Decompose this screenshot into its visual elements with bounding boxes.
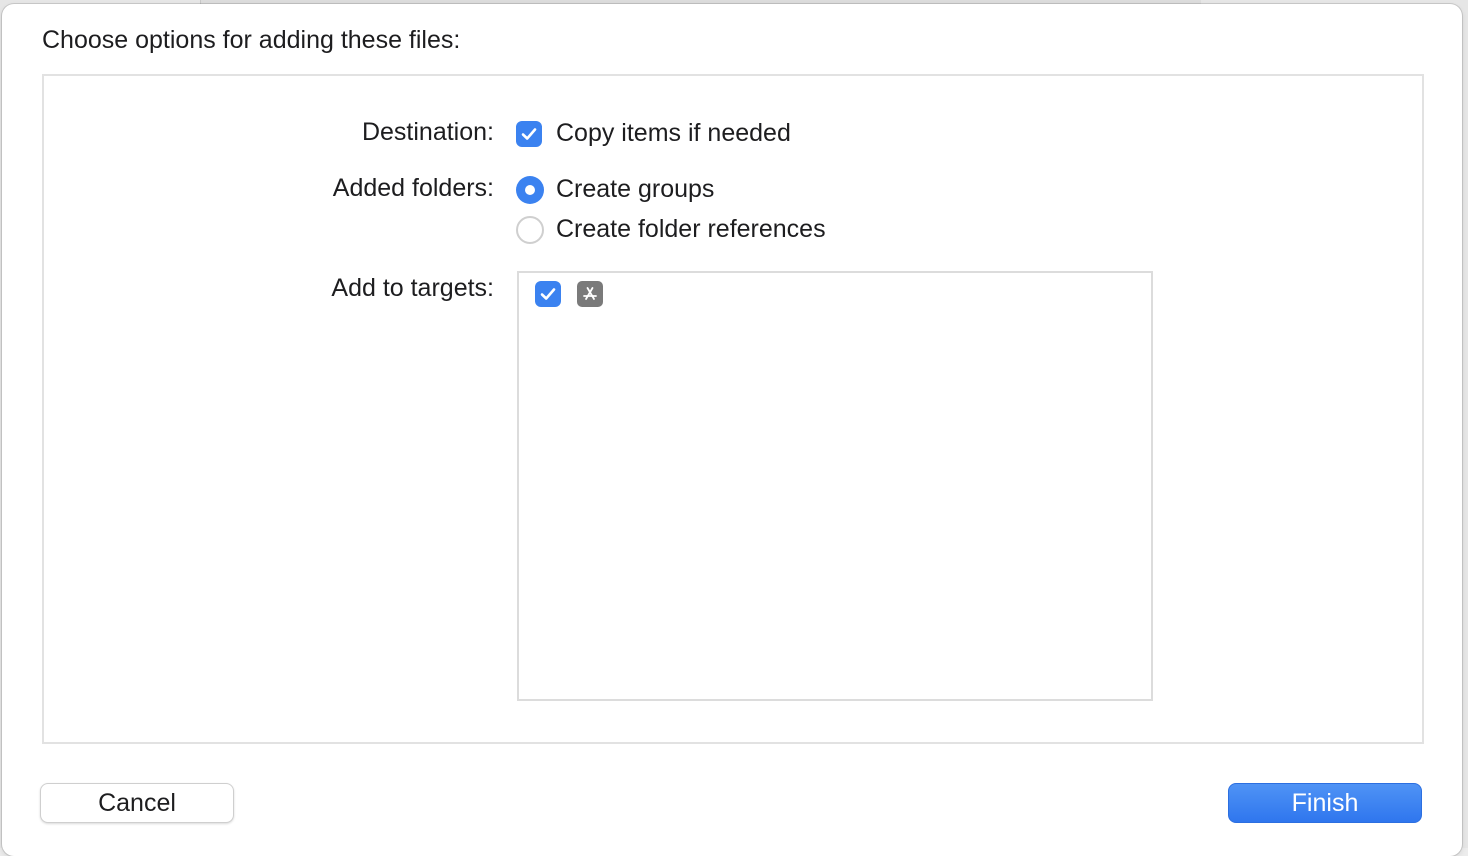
create-folder-references-radio[interactable]	[516, 215, 544, 244]
destination-label: Destination:	[361, 118, 494, 146]
add-to-targets-label: Add to targets:	[331, 274, 494, 302]
cancel-button[interactable]: Cancel	[40, 783, 234, 823]
options-panel: Destination: Copy items if needed Added …	[42, 74, 1424, 744]
target-row[interactable]	[535, 281, 603, 307]
create-groups-label: Create groups	[556, 175, 715, 203]
targets-list[interactable]	[517, 271, 1153, 701]
radio-dot-icon	[525, 184, 535, 195]
create-groups-option[interactable]: Create groups	[516, 175, 714, 204]
add-files-options-sheet: Choose options for adding these files: D…	[2, 4, 1462, 856]
checkmark-icon	[540, 288, 556, 300]
copy-items-checkbox[interactable]	[516, 120, 542, 147]
app-store-icon	[577, 281, 603, 307]
copy-items-label: Copy items if needed	[556, 119, 791, 147]
added-folders-label: Added folders:	[332, 174, 494, 202]
create-folder-references-label: Create folder references	[556, 215, 826, 243]
sheet-heading: Choose options for adding these files:	[42, 26, 461, 54]
create-groups-radio[interactable]	[516, 175, 544, 204]
copy-items-option[interactable]: Copy items if needed	[516, 119, 791, 148]
create-folder-references-option[interactable]: Create folder references	[516, 215, 826, 244]
checkmark-icon	[521, 127, 537, 140]
finish-button[interactable]: Finish	[1228, 783, 1422, 823]
target-checkbox[interactable]	[535, 281, 561, 307]
